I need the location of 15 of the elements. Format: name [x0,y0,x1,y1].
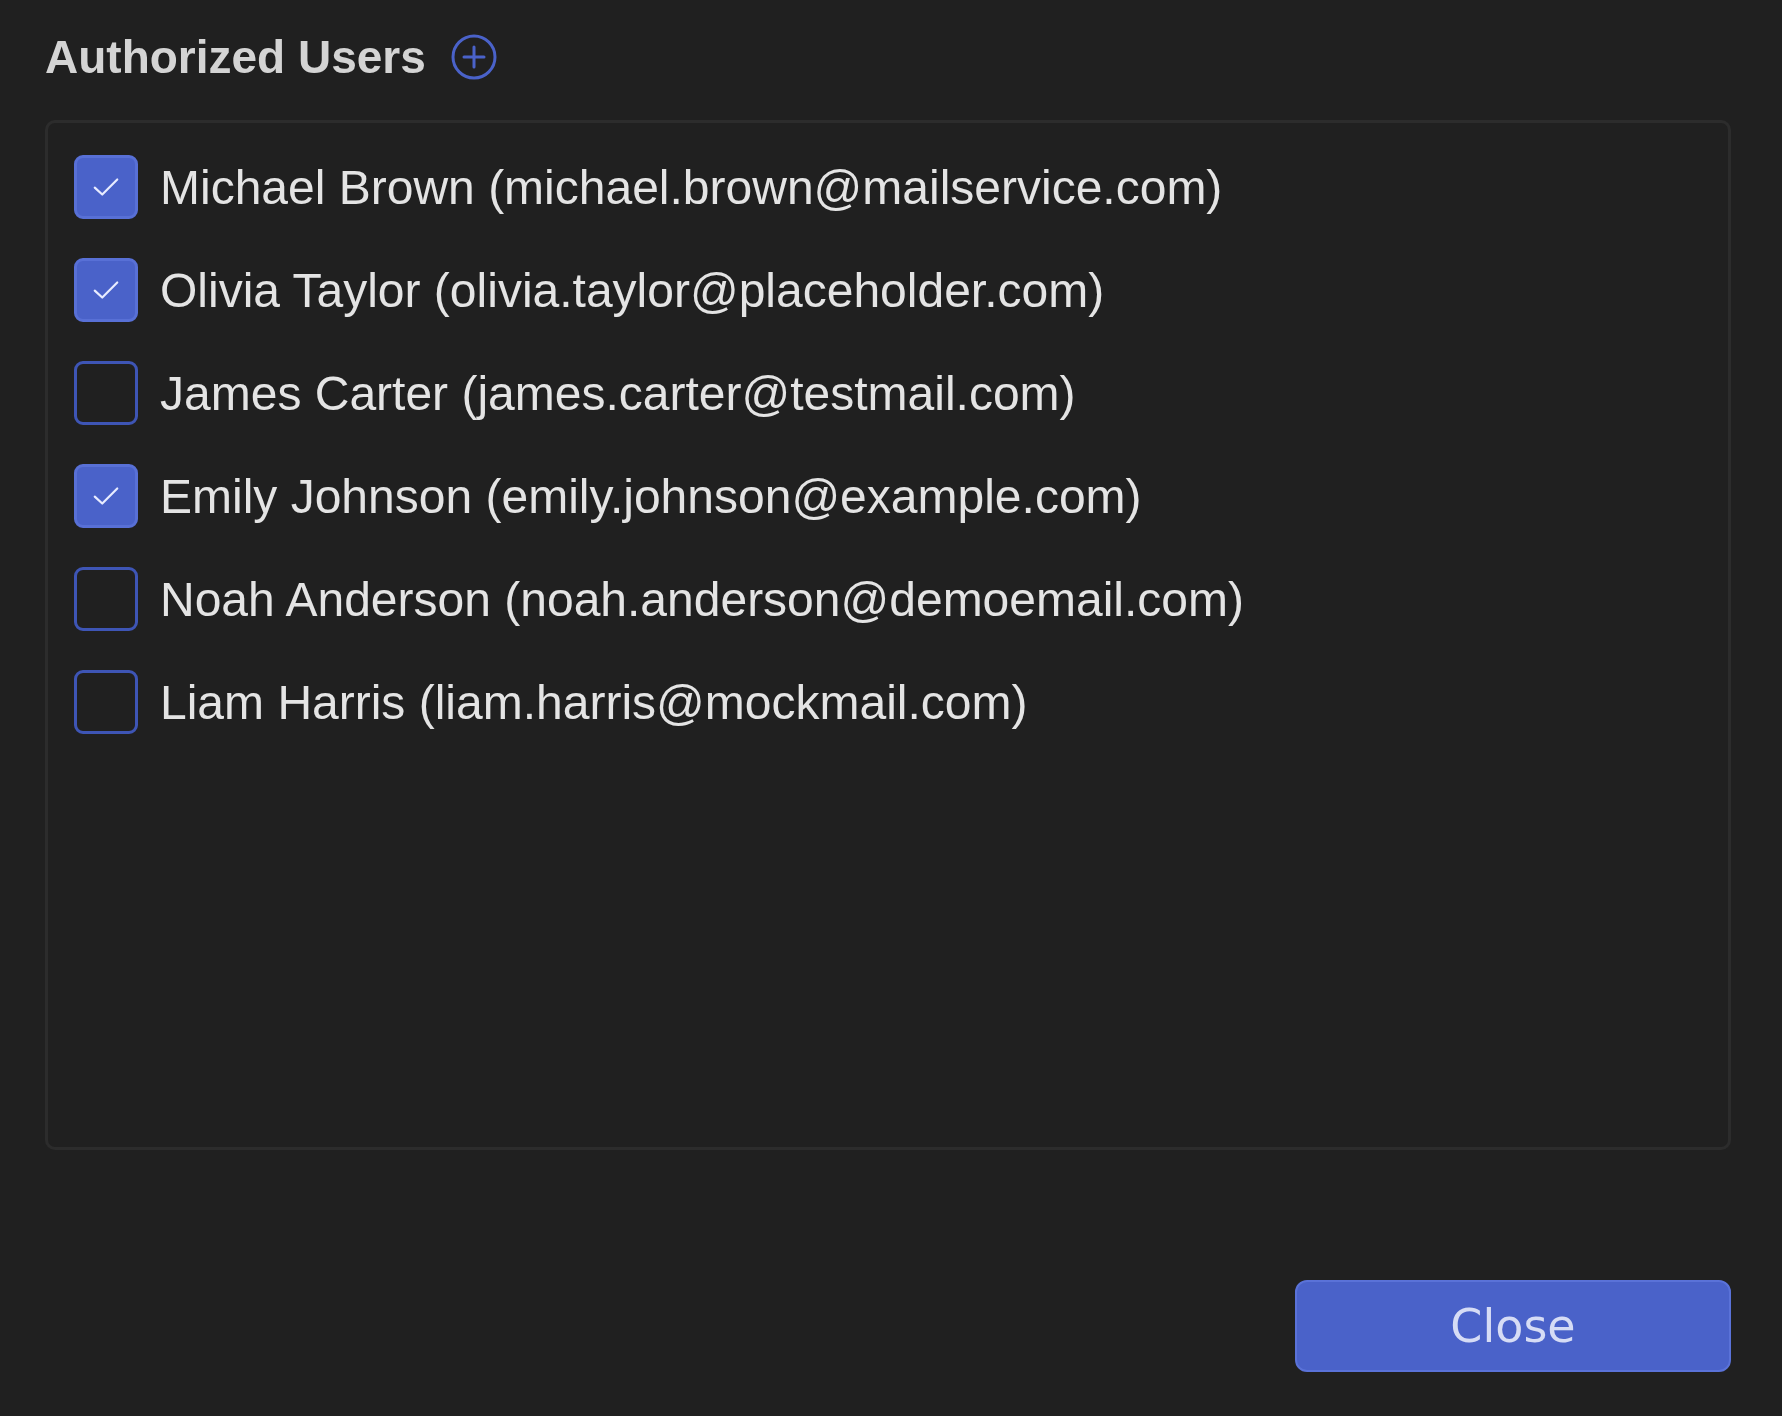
close-button[interactable]: Close [1295,1280,1731,1372]
user-label: Liam Harris (liam.harris@mockmail.com) [160,674,1028,730]
add-user-icon[interactable] [449,33,498,81]
checkbox[interactable] [74,670,138,734]
checkbox[interactable] [74,155,138,219]
user-label: Emily Johnson (emily.johnson@example.com) [160,468,1142,524]
user-label: James Carter (james.carter@testmail.com) [160,365,1076,421]
section-title: Authorized Users [45,30,426,84]
checkbox[interactable] [74,567,138,631]
user-label: Noah Anderson (noah.anderson@demoemail.com) [160,571,1244,627]
user-label: Michael Brown (michael.brown@mailservice.com) [160,159,1223,215]
user-label: Olivia Taylor (olivia.taylor@placeholder.com) [160,262,1105,318]
checkbox[interactable] [74,464,138,528]
checkbox[interactable] [74,258,138,322]
checkbox[interactable] [74,361,138,425]
